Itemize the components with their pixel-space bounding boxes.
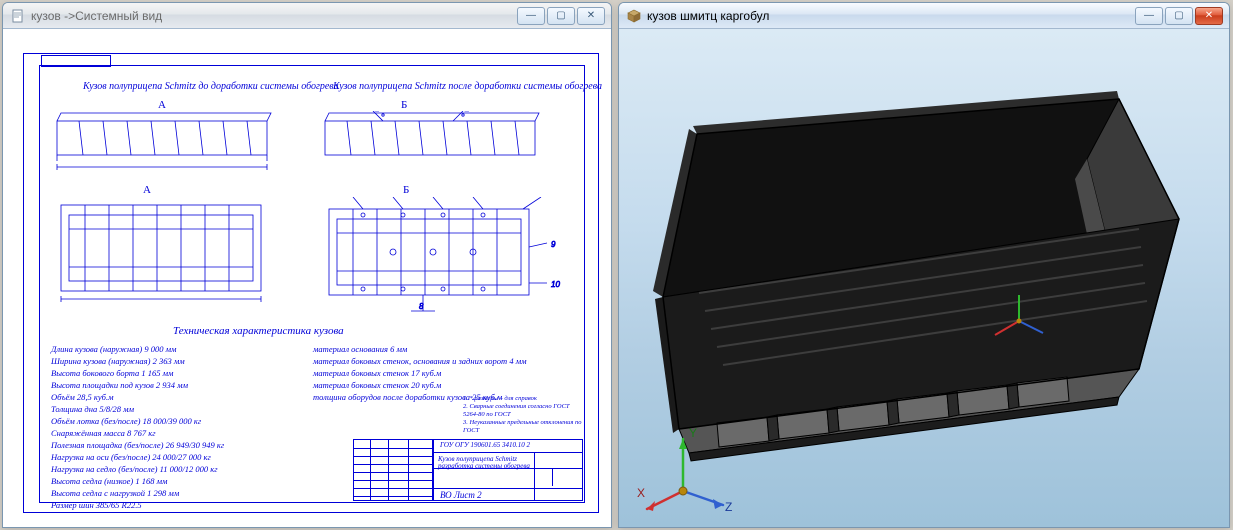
tech-characteristics-title: Техническая характеристика кузова xyxy=(173,325,344,337)
spec-line: материал боковых стенок, основания и зад… xyxy=(313,355,527,367)
model-origin-triad xyxy=(989,291,1049,351)
drawing-window: кузов ->Системный вид — ▢ ✕ Кузов полупр… xyxy=(2,2,612,528)
maximize-button[interactable]: ▢ xyxy=(1165,7,1193,25)
titleblock-org: ГОУ ОГУ 190601.65 3410.10 2 xyxy=(440,441,530,449)
spec-line: Объём лотка (без/после) 18 000/39 000 кг xyxy=(51,415,224,427)
spec-line: материал боковых стенок 20 куб.м xyxy=(313,379,527,391)
window-buttons-left: — ▢ ✕ xyxy=(517,7,605,25)
plan-view-right: 3 4 5 6 7 8 9 10 xyxy=(323,197,573,315)
spec-line: Высота седла с нагрузкой 1 298 мм xyxy=(51,487,224,499)
cube-icon xyxy=(627,9,641,23)
drawing-notes: 1. * размеры – для справок 2. Сварные со… xyxy=(463,395,583,435)
spec-line: Длина кузова (наружная) 9 000 мм xyxy=(51,343,224,355)
close-button[interactable]: ✕ xyxy=(577,7,605,25)
sheet-header-box xyxy=(41,55,111,67)
spec-line: Ширина кузова (наружная) 2 363 мм xyxy=(51,355,224,367)
spec-line: Полезная площадка (без/после) 26 949/30 … xyxy=(51,439,224,451)
axis-label-x: X xyxy=(637,486,645,500)
svg-text:8: 8 xyxy=(419,302,424,311)
spec-line: материал основания 6 мм xyxy=(313,343,527,355)
spec-line: Нагрузка на седло (без/после) 11 000/12 … xyxy=(51,463,224,475)
drawing-title-left: Кузов полуприцепа Schmitz до доработки с… xyxy=(83,81,339,92)
revision-table xyxy=(353,439,433,501)
window-buttons-right: — ▢ ✕ xyxy=(1135,7,1223,25)
viewport-3d[interactable]: X Y Z xyxy=(619,29,1229,527)
svg-text:10: 10 xyxy=(551,280,560,289)
section-label-b: Б xyxy=(403,184,409,196)
note-line: 2. Сварные соединения согласно ГОСТ 5264… xyxy=(463,403,583,419)
elevation-view-right: 1 2 xyxy=(323,111,543,171)
svg-text:1: 1 xyxy=(375,111,379,113)
minimize-button[interactable]: — xyxy=(1135,7,1163,25)
svg-text:2: 2 xyxy=(464,111,470,113)
titleblock-desc: разработка системы обогрева xyxy=(438,462,530,470)
axis-label-y: Y xyxy=(689,426,697,440)
titlebar-left[interactable]: кузов ->Системный вид — ▢ ✕ xyxy=(3,3,611,29)
spec-line: Толщина дна 5/8/28 мм xyxy=(51,403,224,415)
spec-line: Размер шин 385/65 R22.5 xyxy=(51,499,224,511)
window-title-left: кузов ->Системный вид xyxy=(31,9,511,23)
spec-line: Снаряжённая масса 8 767 кг xyxy=(51,427,224,439)
note-line: 3. Неуказанные предельные отклонения по … xyxy=(463,419,583,435)
spec-line: Нагрузка на оси (без/после) 24 000/27 00… xyxy=(51,451,224,463)
spec-line: Высота седла (низкое) 1 168 мм xyxy=(51,475,224,487)
close-button[interactable]: ✕ xyxy=(1195,7,1223,25)
plan-view-left xyxy=(55,197,275,307)
window-title-right: кузов шмитц каргобул xyxy=(647,9,1129,23)
drawing-sheet[interactable]: Кузов полуприцепа Schmitz до доработки с… xyxy=(3,29,611,527)
elevation-view-left xyxy=(55,111,275,171)
drawing-title-right: Кузов полуприцепа Schmitz после доработк… xyxy=(333,81,602,92)
spec-line: Высота бокового борта 1 165 мм xyxy=(51,367,224,379)
view-label-a: А xyxy=(158,99,166,111)
specs-left-column: Длина кузова (наружная) 9 000 мм Ширина … xyxy=(51,343,224,511)
maximize-button[interactable]: ▢ xyxy=(547,7,575,25)
spec-line: материал боковых стенок 17 куб.м xyxy=(313,367,527,379)
title-block: ГОУ ОГУ 190601.65 3410.10 2 Кузов полупр… xyxy=(433,439,583,501)
spec-line: Объём 28,5 куб.м xyxy=(51,391,224,403)
view-label-b: Б xyxy=(401,99,407,111)
minimize-button[interactable]: — xyxy=(517,7,545,25)
axis-label-z: Z xyxy=(725,500,732,513)
viewport-client: X Y Z xyxy=(619,29,1229,527)
titlebar-right[interactable]: кузов шмитц каргобул — ▢ ✕ xyxy=(619,3,1229,29)
axis-gizmo[interactable]: X Y Z xyxy=(633,413,733,513)
document-icon xyxy=(11,9,25,23)
drawing-client: Кузов полуприцепа Schmitz до доработки с… xyxy=(3,29,611,527)
titleblock-sheet: ВО Лист 2 xyxy=(440,490,482,500)
model-window: кузов шмитц каргобул — ▢ ✕ xyxy=(618,2,1230,528)
section-label-a: А xyxy=(143,184,151,196)
spec-line: Высота площадки под кузов 2 934 мм xyxy=(51,379,224,391)
svg-text:9: 9 xyxy=(551,240,556,249)
specs-right-column: материал основания 6 мм материал боковых… xyxy=(313,343,527,403)
note-line: 1. * размеры – для справок xyxy=(463,395,583,403)
